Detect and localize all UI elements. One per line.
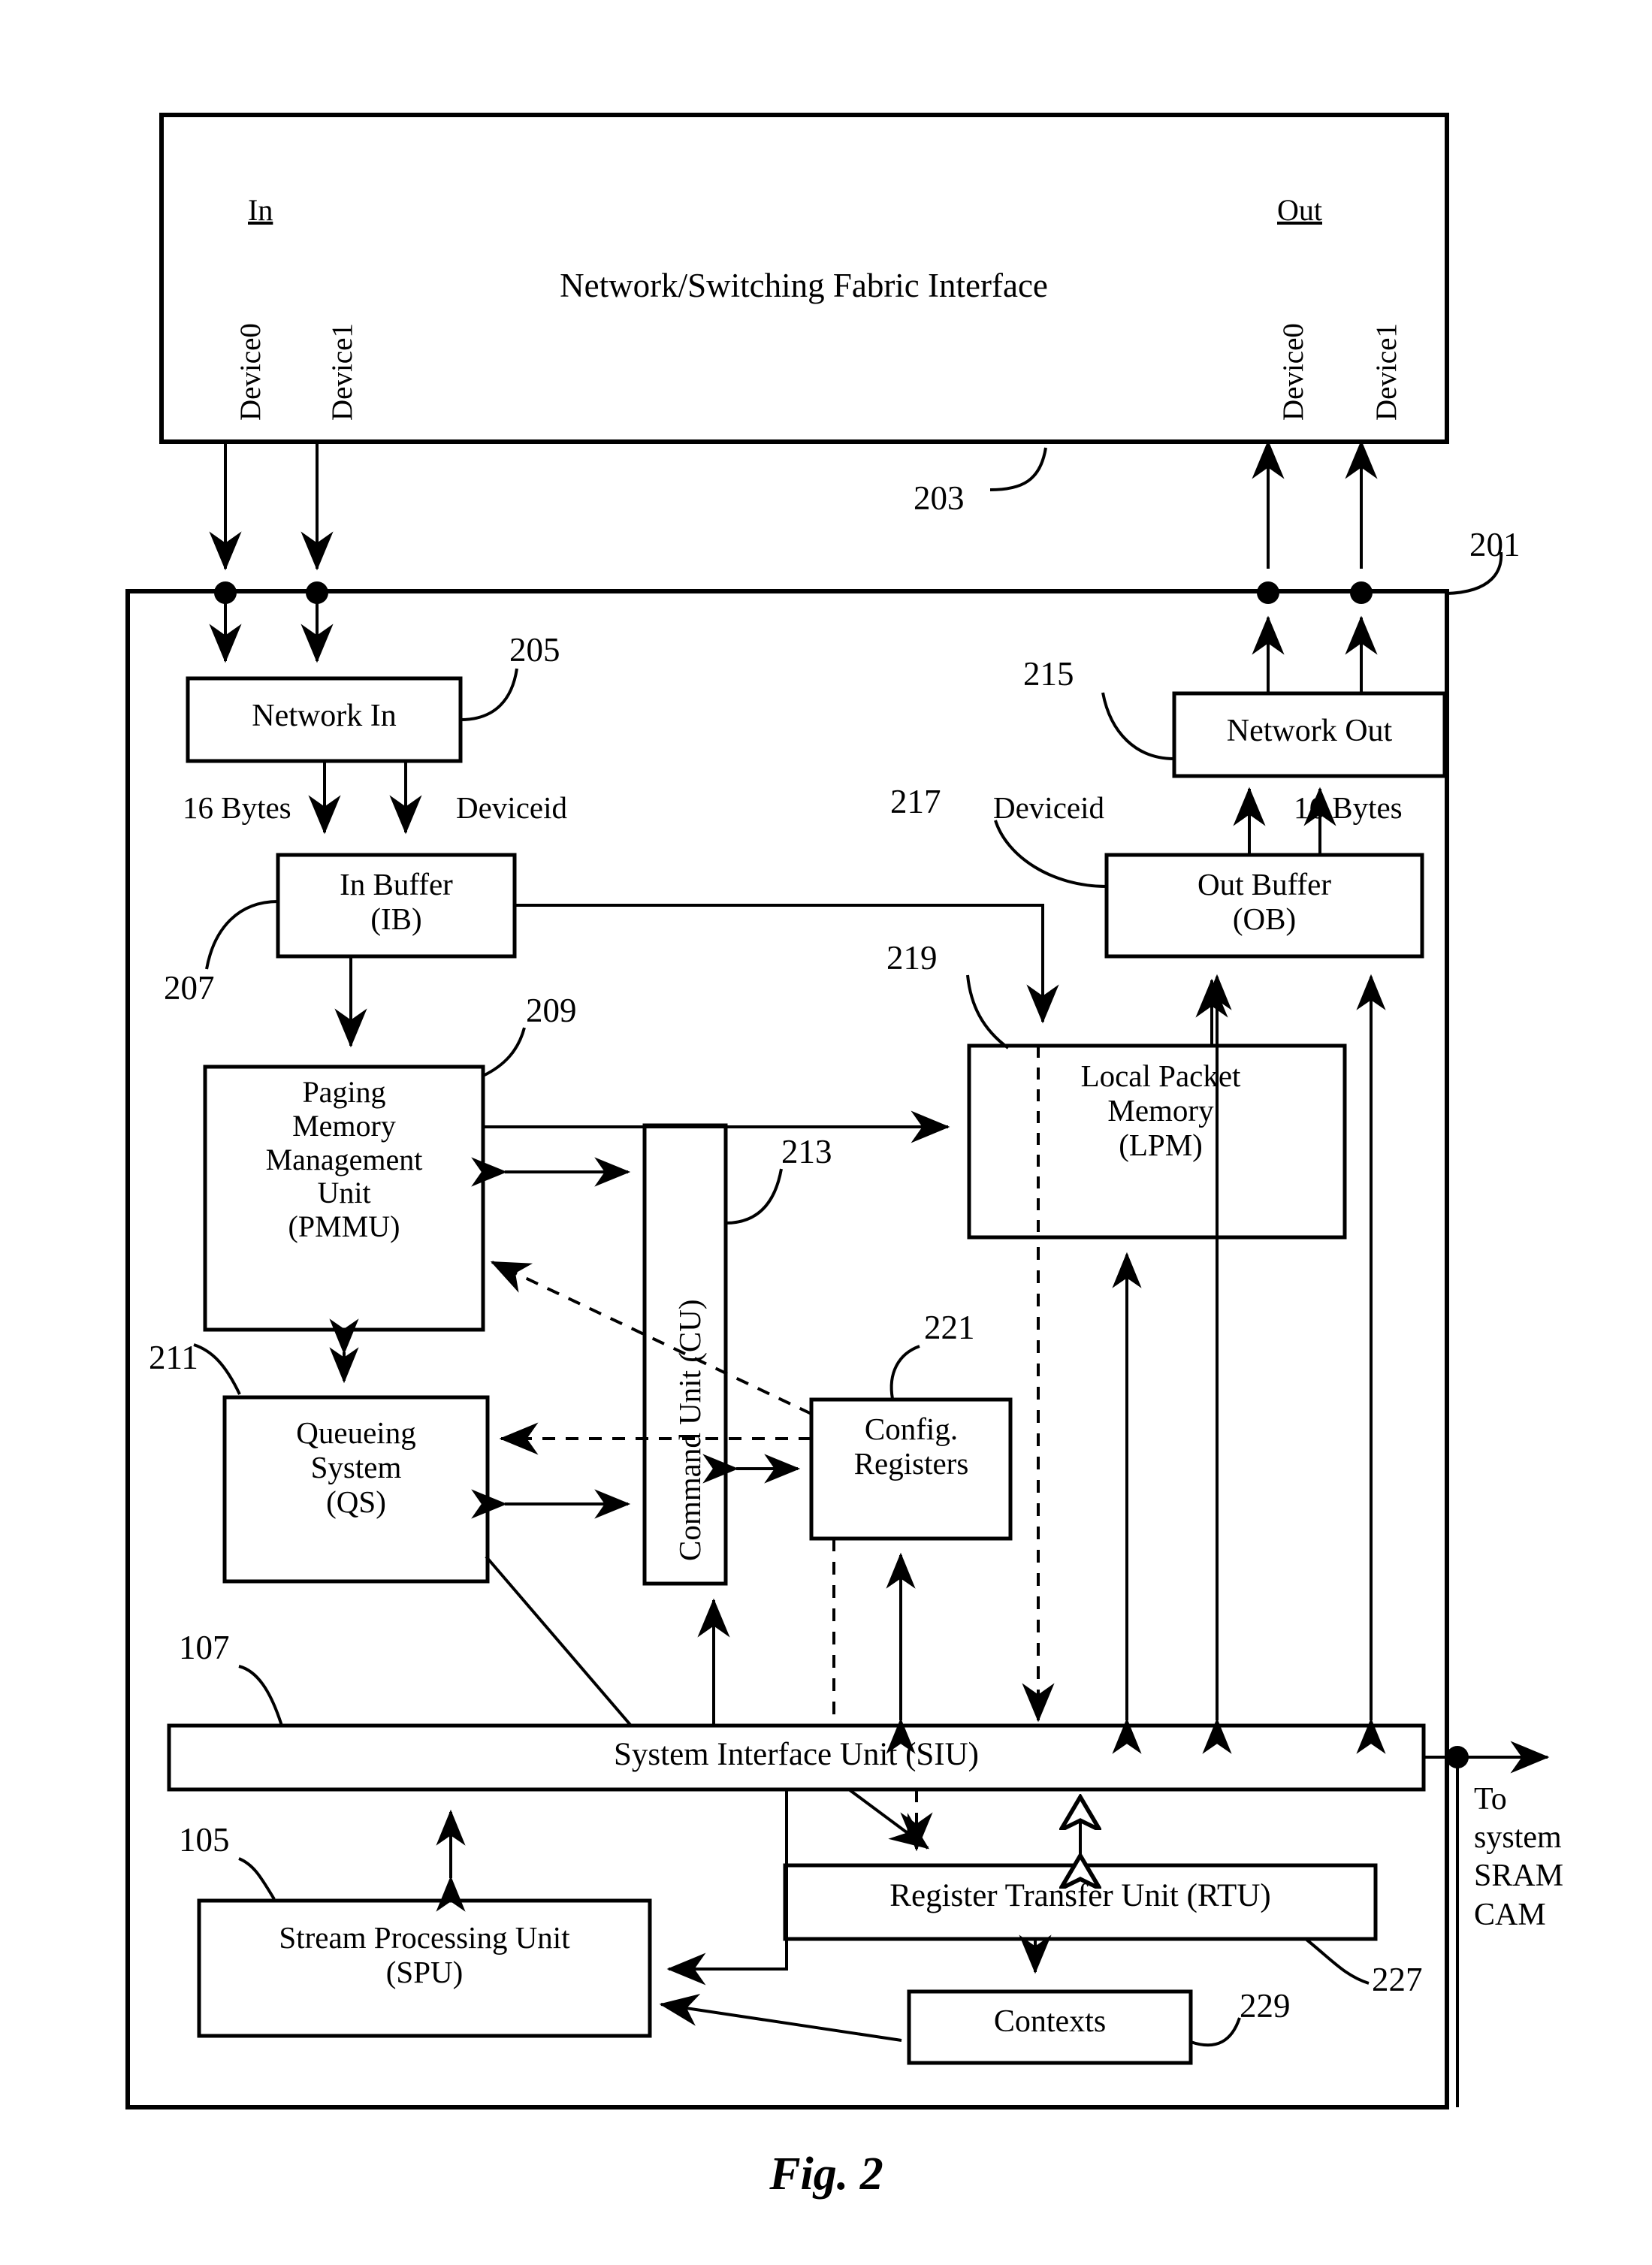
out-group-label: Out: [1277, 193, 1322, 227]
block-label-lpm: Local Packet Memory (LPM): [1080, 1059, 1241, 1162]
in-port-device1: Device1: [326, 323, 358, 421]
reference-number-227: 227: [1372, 1961, 1423, 1998]
reference-number-209: 209: [526, 992, 577, 1029]
reference-number-215: 215: [1023, 655, 1074, 693]
edge-label-deviceid-out: Deviceid: [993, 790, 1104, 825]
block-label-cu: Command Unit (CU): [672, 1299, 707, 1561]
leader-227: [1304, 1937, 1370, 1985]
reference-number-207: 207: [164, 969, 215, 1007]
edge-label-deviceid-in: Deviceid: [456, 790, 567, 825]
block-label-network-out: Network Out: [1226, 714, 1393, 748]
leader-211: [193, 1343, 241, 1395]
leader-221: [889, 1345, 920, 1400]
reference-number-211: 211: [149, 1339, 198, 1376]
out-port-device1: Device1: [1370, 323, 1403, 421]
leader-207: [205, 900, 279, 970]
junction-dot-out1: [1350, 581, 1373, 604]
reference-number-107: 107: [179, 1629, 230, 1666]
leader-107: [238, 1665, 283, 1726]
leader-209: [482, 1027, 526, 1077]
junction-dot-in0: [214, 581, 237, 604]
leader-215: [1101, 692, 1175, 760]
reference-number-205: 205: [509, 631, 560, 669]
block-label-siu: System Interface Unit (SIU): [614, 1737, 979, 1772]
leader-203: [989, 447, 1047, 491]
edge-label-16-bytes-in: 16 Bytes: [183, 790, 291, 825]
figure-caption: Fig. 2: [769, 2149, 883, 2200]
leader-229: [1190, 2017, 1241, 2047]
block-label-config-regs: Config. Registers: [853, 1412, 969, 1481]
leader-217: [994, 820, 1107, 888]
block-label-pmmu: Paging Memory Management Unit (PMMU): [265, 1075, 423, 1244]
leader-213: [725, 1168, 783, 1225]
interface-box-title: Network/Switching Fabric Interface: [560, 267, 1048, 304]
leader-205: [460, 668, 518, 721]
reference-number-219: 219: [886, 939, 938, 977]
junction-dot-out0: [1257, 581, 1279, 604]
reference-number-213: 213: [781, 1133, 832, 1170]
reference-number-217: 217: [890, 783, 941, 820]
reference-number-229: 229: [1240, 1987, 1291, 2025]
block-label-rtu: Register Transfer Unit (RTU): [889, 1878, 1271, 1913]
out-port-device0: Device0: [1277, 323, 1309, 421]
figure-canvas: In Out Device0 Device1 Device0 Device1 N…: [0, 0, 1652, 2265]
in-port-device0: Device0: [234, 323, 267, 421]
block-label-out-buffer: Out Buffer (OB): [1197, 867, 1331, 936]
leader-219: [966, 974, 1010, 1049]
block-label-in-buffer: In Buffer (IB): [340, 867, 453, 936]
edge-label-16-bytes-out: 16 Bytes: [1294, 790, 1403, 825]
leader-105: [238, 1857, 276, 1901]
in-group-label: In: [248, 193, 273, 227]
reference-number-203: 203: [914, 479, 965, 517]
block-label-network-in: Network In: [252, 699, 397, 733]
reference-number-105: 105: [179, 1821, 230, 1859]
block-label-contexts: Contexts: [993, 2004, 1107, 2039]
reference-number-201: 201: [1469, 526, 1521, 563]
reference-number-221: 221: [924, 1309, 975, 1346]
external-label-to-system-sram-cam: To system SRAM CAM: [1474, 1782, 1564, 1932]
block-label-qs: Queueing System (QS): [296, 1415, 416, 1519]
block-label-spu: Stream Processing Unit (SPU): [279, 1920, 570, 1989]
junction-dot-in1: [306, 581, 328, 604]
